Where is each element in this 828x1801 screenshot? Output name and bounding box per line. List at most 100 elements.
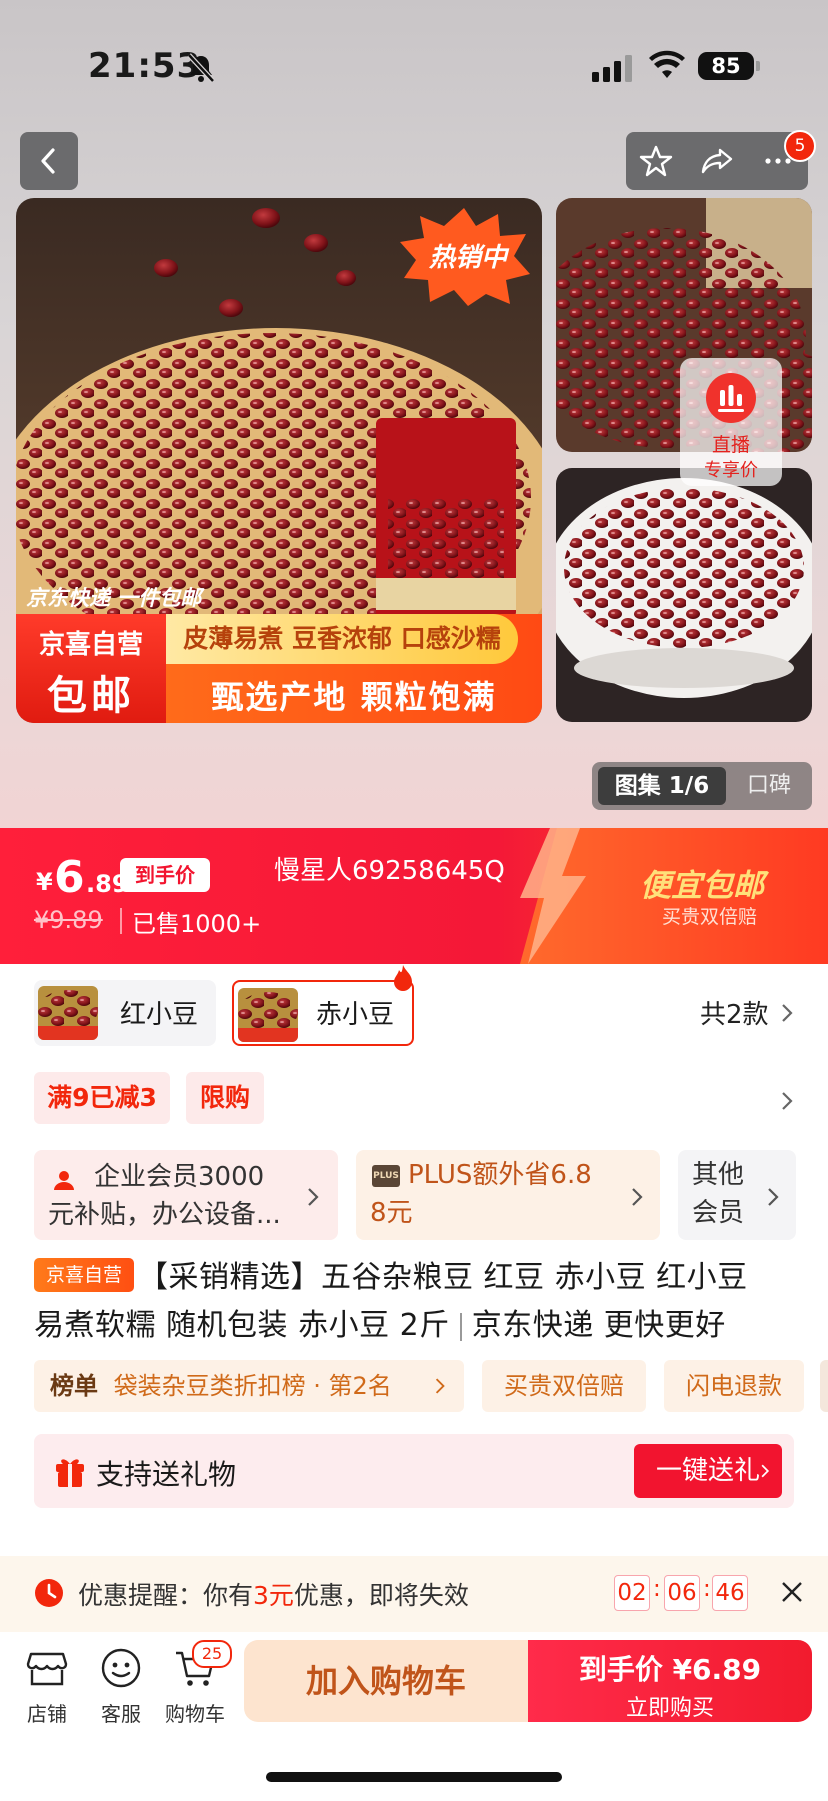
cart-count-badge: 25 bbox=[192, 1640, 232, 1668]
reminder-suffix: 优惠，即将失效 bbox=[293, 1581, 469, 1610]
other-member-card[interactable]: 其他 会员 bbox=[678, 1150, 796, 1240]
chevron-right-icon bbox=[782, 1004, 793, 1022]
bell-muted-icon bbox=[187, 53, 215, 83]
bean-thumbnail-image bbox=[38, 986, 98, 1040]
divider bbox=[459, 1312, 462, 1341]
store-icon bbox=[26, 1652, 68, 1686]
chevron-right-icon bbox=[308, 1188, 319, 1206]
countdown-hours: 02 bbox=[614, 1575, 650, 1611]
live-icon bbox=[706, 373, 756, 423]
divider bbox=[120, 908, 122, 934]
plus-member-card[interactable]: PLUS PLUS额外省6.8 8元 bbox=[356, 1150, 660, 1240]
sku-label: 红小豆 bbox=[120, 1000, 199, 1030]
star-icon[interactable] bbox=[639, 144, 673, 178]
clock-icon bbox=[35, 1579, 63, 1607]
sold-count: 已售1000+ bbox=[132, 910, 262, 938]
countdown-colon: : bbox=[703, 1576, 711, 1602]
back-button[interactable] bbox=[20, 132, 78, 190]
reminder-text: 优惠提醒：你有3元优惠，即将失效 bbox=[78, 1576, 469, 1612]
sku-count[interactable]: 共2款 bbox=[700, 994, 769, 1031]
battery-indicator: 85 bbox=[698, 52, 760, 80]
notification-badge: 5 bbox=[784, 130, 816, 162]
discount-tag[interactable]: 满9已减3 bbox=[34, 1072, 170, 1124]
banner-brand: 京喜自营 bbox=[38, 630, 143, 660]
banner-free-shipping: 包邮 bbox=[47, 673, 135, 719]
user-nickname: 慢星人69258645Q bbox=[274, 856, 505, 886]
buy-now-label: 立即购买 bbox=[625, 1696, 714, 1721]
review-tab[interactable]: 口碑 bbox=[730, 767, 808, 805]
status-time: 21:53 bbox=[88, 46, 202, 86]
sku-thumbnail bbox=[38, 986, 98, 1040]
price-integer: 6 bbox=[54, 852, 85, 903]
flame-icon bbox=[394, 965, 412, 991]
product-title-line2: 易煮软糯 随机包装 赤小豆 2斤 京东快递 更快更好 bbox=[34, 1300, 726, 1344]
chevron-right-icon bbox=[435, 1378, 445, 1394]
customer-service-icon bbox=[101, 1648, 141, 1688]
plus-badge: PLUS bbox=[372, 1165, 400, 1187]
buy-now-price: 到手价 ¥6.89 bbox=[578, 1653, 762, 1686]
gift-support-text: 支持送礼物 bbox=[96, 1458, 237, 1491]
ranking-text: 袋装杂豆类折扣榜 · 第2名 bbox=[113, 1372, 392, 1400]
product-title-spec: 易煮软糯 随机包装 赤小豆 2斤 bbox=[34, 1308, 450, 1343]
enterprise-member-line1: 企业会员3000 bbox=[94, 1162, 265, 1192]
user-icon bbox=[54, 1171, 74, 1190]
bean-thumbnail-image bbox=[238, 988, 298, 1042]
original-price: ¥9.89 bbox=[34, 906, 103, 934]
plus-member-line1: PLUS额外省6.8 bbox=[408, 1160, 592, 1190]
bowl-beans-image bbox=[556, 468, 812, 722]
fast-refund-chip[interactable]: 闪电退款 bbox=[664, 1360, 804, 1412]
close-icon[interactable] bbox=[778, 1578, 806, 1606]
sku-thumbnail bbox=[238, 988, 298, 1042]
share-icon[interactable] bbox=[700, 144, 734, 178]
product-title-delivery: 京东快递 更快更好 bbox=[471, 1308, 726, 1343]
more-chip[interactable] bbox=[820, 1360, 828, 1412]
gift-icon bbox=[56, 1459, 84, 1487]
reminder-amount: 3元 bbox=[253, 1581, 294, 1610]
sku-label: 赤小豆 bbox=[316, 1000, 395, 1030]
top-actions bbox=[626, 132, 808, 190]
buy-now-button[interactable]: 到手价 ¥6.89 立即购买 bbox=[528, 1640, 812, 1722]
live-label: 直播 bbox=[711, 434, 750, 456]
lightning-icon bbox=[520, 828, 586, 964]
wifi-icon bbox=[649, 50, 685, 78]
other-member-line1: 其他 bbox=[692, 1160, 745, 1190]
price-guarantee-note: 买贵双倍赔 bbox=[662, 906, 758, 928]
price-guarantee-chip[interactable]: 买贵双倍赔 bbox=[482, 1360, 646, 1412]
product-title: 【采销精选】五谷杂粮豆 红豆 赤小豆 红小豆 bbox=[138, 1260, 748, 1295]
chevron-left-icon bbox=[41, 148, 55, 174]
thumbnail-image-2[interactable] bbox=[556, 468, 812, 722]
gallery-tab[interactable]: 图集 1/6 bbox=[598, 767, 726, 805]
chevron-right-icon bbox=[768, 1188, 779, 1206]
plus-member-line2: 8元 bbox=[370, 1198, 413, 1228]
nav-service[interactable]: 客服 bbox=[88, 1646, 154, 1727]
chevron-right-icon bbox=[632, 1188, 643, 1206]
signal-icon bbox=[592, 55, 632, 82]
delivery-note: 京东快递 一件包邮 bbox=[26, 586, 202, 610]
jingxi-banner: 京喜自营 包邮 bbox=[16, 614, 166, 723]
cheap-shipping-title: 便宜包邮 bbox=[640, 868, 764, 904]
countdown-minutes: 06 bbox=[664, 1575, 700, 1611]
nav-cart-label: 购物车 bbox=[165, 1702, 225, 1726]
live-stream-entry[interactable]: 直播 专享价 bbox=[680, 358, 782, 486]
slogan-bottom: 甄选产地 颗粒饱满 bbox=[211, 678, 497, 716]
chevron-right-icon bbox=[761, 1464, 770, 1478]
reminder-prefix: 优惠提醒：你有 bbox=[78, 1581, 254, 1610]
nav-store[interactable]: 店铺 bbox=[14, 1646, 80, 1727]
store-type-tag: 京喜自营 bbox=[34, 1258, 134, 1292]
ranking-chip[interactable]: 榜单 袋装杂豆类折扣榜 · 第2名 bbox=[34, 1360, 464, 1412]
ranking-title: 榜单 bbox=[50, 1372, 98, 1400]
slogan-top: 皮薄易煮 豆香浓郁 口感沙糯 bbox=[166, 614, 518, 664]
add-to-cart-button[interactable]: 加入购物车 bbox=[244, 1640, 528, 1722]
hot-sale-label: 热销中 bbox=[428, 243, 507, 273]
sku-option-adzuki-bean[interactable]: 赤小豆 bbox=[232, 980, 414, 1046]
final-price-tag: 到手价 bbox=[120, 858, 210, 892]
sku-option-red-bean[interactable]: 红小豆 bbox=[34, 980, 216, 1046]
countdown-seconds: 46 bbox=[712, 1575, 748, 1611]
enterprise-member-card[interactable]: 企业会员3000 元补贴，办公设备... bbox=[34, 1150, 338, 1240]
other-member-line2: 会员 bbox=[692, 1198, 745, 1228]
chevron-right-icon[interactable] bbox=[780, 1090, 794, 1112]
purchase-limit-tag[interactable]: 限购 bbox=[186, 1072, 264, 1124]
enterprise-member-line2: 元补贴，办公设备... bbox=[48, 1200, 281, 1230]
live-price-label: 专享价 bbox=[704, 460, 758, 481]
home-indicator[interactable] bbox=[266, 1772, 562, 1782]
